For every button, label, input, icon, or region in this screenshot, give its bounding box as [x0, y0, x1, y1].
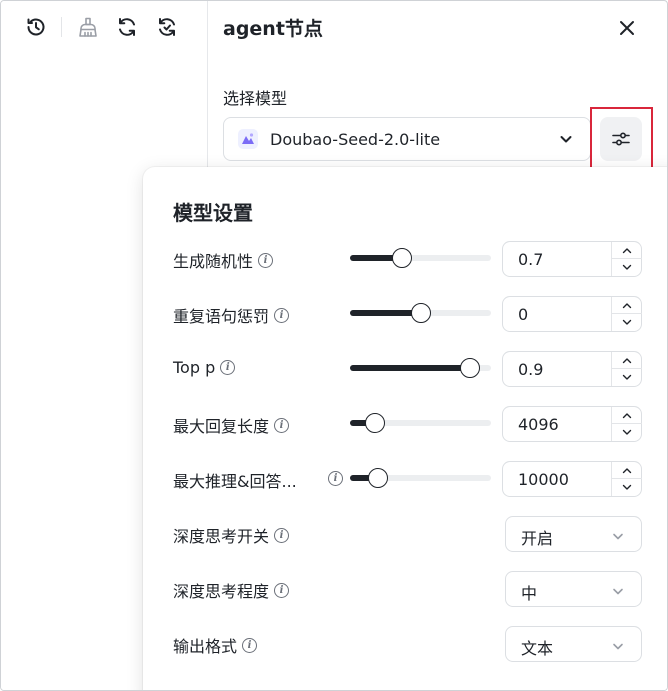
- deep-thinking-level-label-text: 深度思考程度: [173, 582, 270, 601]
- decrement-chevron-down-icon[interactable]: [612, 369, 642, 386]
- repeat-penalty-value: 0: [518, 305, 529, 324]
- increment-chevron-up-icon[interactable]: [612, 407, 642, 424]
- repeat-penalty-label: 重复语句惩罚 i: [173, 303, 290, 327]
- increment-chevron-up-icon[interactable]: [612, 352, 642, 369]
- info-icon[interactable]: i: [274, 527, 290, 543]
- max-reasoning-length-label: 最大推理&回答...: [173, 468, 297, 492]
- decrement-chevron-down-icon[interactable]: [612, 259, 642, 276]
- output-format-value: 文本: [521, 639, 554, 658]
- max-reasoning-length-stepper: [611, 462, 642, 496]
- output-format-label-text: 输出格式: [173, 637, 238, 656]
- max-reasoning-length-input[interactable]: 10000: [502, 461, 642, 497]
- toolbar-separator: [61, 17, 62, 37]
- chevron-down-icon: [558, 131, 574, 151]
- temperature-input[interactable]: 0.7: [502, 241, 642, 277]
- info-icon[interactable]: i: [258, 252, 274, 268]
- info-icon[interactable]: i: [274, 307, 290, 323]
- top-p-slider[interactable]: [350, 358, 491, 378]
- chevron-down-icon: [611, 583, 625, 602]
- decrement-chevron-down-icon[interactable]: [612, 314, 642, 331]
- sync-icon[interactable]: [154, 14, 180, 40]
- repeat-penalty-slider[interactable]: [350, 303, 491, 323]
- top-p-input[interactable]: 0.9: [502, 351, 642, 387]
- max-reply-length-value: 4096: [518, 415, 559, 434]
- deep-thinking-switch-select[interactable]: 开启: [505, 516, 642, 552]
- top-p-label: Top p i: [173, 358, 236, 377]
- deep-thinking-switch-value: 开启: [521, 529, 554, 548]
- repeat-penalty-label-text: 重复语句惩罚: [173, 307, 270, 326]
- app-frame: agent节点 选择模型 Doubao-Seed-2.0-lite 模型设置 生…: [0, 0, 668, 691]
- chevron-down-icon: [611, 638, 625, 657]
- output-format-label: 输出格式 i: [173, 633, 258, 657]
- deep-thinking-level-value: 中: [521, 584, 538, 603]
- deep-thinking-level-label: 深度思考程度 i: [173, 578, 290, 602]
- selected-model-name: Doubao-Seed-2.0-lite: [270, 129, 441, 149]
- close-icon[interactable]: [614, 15, 640, 41]
- model-logo-icon: [238, 129, 258, 149]
- history-icon[interactable]: [23, 14, 49, 40]
- decrement-chevron-down-icon[interactable]: [612, 479, 642, 496]
- top-p-stepper: [611, 352, 642, 386]
- clear-broom-icon[interactable]: [75, 14, 101, 40]
- info-icon[interactable]: i: [274, 582, 290, 598]
- top-p-label-text: Top p: [173, 358, 216, 377]
- max-reply-length-slider[interactable]: [350, 413, 491, 433]
- max-reasoning-length-label-text: 最大推理&回答...: [173, 472, 297, 491]
- info-icon[interactable]: i: [220, 360, 236, 375]
- max-reply-length-stepper: [611, 407, 642, 441]
- max-reasoning-length-slider[interactable]: [350, 468, 491, 488]
- max-reply-length-label-text: 最大回复长度: [173, 417, 270, 436]
- repeat-penalty-stepper: [611, 297, 642, 331]
- slider-thumb[interactable]: [410, 303, 431, 323]
- slider-fill: [350, 365, 470, 371]
- top-p-value: 0.9: [518, 360, 544, 379]
- slider-thumb[interactable]: [459, 358, 480, 378]
- temperature-label-text: 生成随机性: [173, 252, 254, 271]
- refresh-icon[interactable]: [114, 14, 140, 40]
- output-format-select[interactable]: 文本: [505, 626, 642, 662]
- temperature-value: 0.7: [518, 250, 544, 269]
- deep-thinking-switch-label: 深度思考开关 i: [173, 523, 290, 547]
- info-icon[interactable]: i: [242, 637, 258, 653]
- increment-chevron-up-icon[interactable]: [612, 242, 642, 259]
- chevron-down-icon: [611, 528, 625, 547]
- increment-chevron-up-icon[interactable]: [612, 297, 642, 314]
- model-section-label: 选择模型: [223, 89, 288, 108]
- popover-title: 模型设置: [173, 201, 253, 225]
- decrement-chevron-down-icon[interactable]: [612, 424, 642, 441]
- repeat-penalty-input[interactable]: 0: [502, 296, 642, 332]
- model-select[interactable]: Doubao-Seed-2.0-lite: [223, 117, 591, 161]
- temperature-label: 生成随机性 i: [173, 248, 274, 272]
- deep-thinking-level-select[interactable]: 中: [505, 571, 642, 607]
- increment-chevron-up-icon[interactable]: [612, 462, 642, 479]
- info-icon[interactable]: i: [274, 417, 290, 433]
- settings-button-highlight: [590, 107, 653, 169]
- slider-fill: [350, 310, 421, 316]
- info-icon[interactable]: i: [328, 471, 343, 486]
- deep-thinking-switch-label-text: 深度思考开关: [173, 527, 270, 546]
- panel-title: agent节点: [223, 18, 323, 40]
- max-reply-length-input[interactable]: 4096: [502, 406, 642, 442]
- temperature-slider[interactable]: [350, 248, 491, 268]
- max-reasoning-length-value: 10000: [518, 470, 569, 489]
- temperature-stepper: [611, 242, 642, 276]
- max-reply-length-label: 最大回复长度 i: [173, 413, 290, 437]
